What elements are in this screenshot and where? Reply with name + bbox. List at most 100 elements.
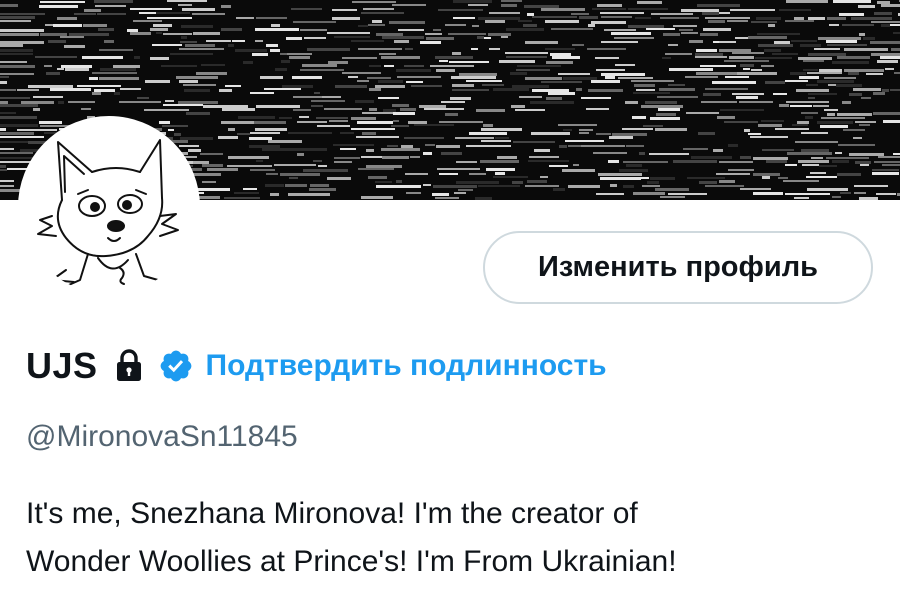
banner-noise-streak bbox=[58, 101, 64, 104]
profile-avatar[interactable] bbox=[18, 116, 200, 298]
banner-noise-streak bbox=[176, 76, 218, 79]
banner-noise-streak bbox=[724, 60, 769, 62]
banner-noise-streak bbox=[81, 108, 91, 110]
banner-noise-streak bbox=[300, 69, 344, 71]
banner-noise-streak bbox=[450, 97, 471, 100]
banner-noise-streak bbox=[673, 160, 717, 163]
banner-noise-streak bbox=[651, 13, 693, 15]
verify-identity-link[interactable]: Подтвердить подлинность bbox=[206, 349, 607, 383]
banner-noise-streak bbox=[400, 108, 416, 111]
banner-noise-streak bbox=[256, 105, 300, 108]
banner-noise-streak bbox=[785, 164, 797, 166]
banner-noise-streak bbox=[381, 56, 420, 59]
banner-noise-streak bbox=[874, 12, 892, 15]
banner-noise-streak bbox=[486, 168, 515, 171]
banner-noise-streak bbox=[262, 148, 284, 151]
banner-noise-streak bbox=[293, 96, 322, 98]
banner-noise-streak bbox=[637, 1, 662, 4]
banner-noise-streak bbox=[271, 24, 280, 27]
banner-noise-streak bbox=[188, 149, 201, 152]
banner-noise-streak bbox=[92, 72, 137, 74]
banner-noise-streak bbox=[35, 56, 77, 58]
banner-noise-streak bbox=[668, 193, 707, 195]
banner-noise-streak bbox=[456, 181, 499, 184]
banner-noise-streak bbox=[893, 32, 900, 34]
banner-noise-streak bbox=[44, 65, 52, 67]
banner-noise-streak bbox=[730, 9, 775, 11]
banner-noise-streak bbox=[426, 37, 454, 40]
banner-noise-streak bbox=[833, 0, 871, 3]
banner-noise-streak bbox=[859, 33, 865, 36]
banner-noise-streak bbox=[33, 108, 40, 111]
banner-noise-streak bbox=[866, 73, 883, 75]
banner-noise-streak bbox=[805, 116, 813, 119]
banner-noise-streak bbox=[894, 72, 900, 74]
banner-noise-streak bbox=[329, 120, 348, 122]
banner-noise-streak bbox=[626, 145, 644, 147]
banner-noise-streak bbox=[357, 80, 369, 82]
banner-noise-streak bbox=[396, 180, 402, 183]
banner-noise-streak bbox=[0, 152, 33, 154]
banner-noise-streak bbox=[17, 129, 57, 131]
banner-noise-streak bbox=[180, 41, 197, 43]
name-row: UJS Подтвердить подлинность bbox=[26, 340, 607, 392]
banner-noise-streak bbox=[137, 97, 149, 99]
banner-noise-streak bbox=[60, 36, 84, 38]
banner-noise-streak bbox=[832, 196, 841, 198]
banner-noise-streak bbox=[729, 56, 754, 59]
banner-noise-streak bbox=[293, 21, 336, 23]
banner-noise-streak bbox=[550, 53, 571, 56]
banner-noise-streak bbox=[313, 160, 322, 162]
banner-noise-streak bbox=[144, 109, 189, 111]
banner-noise-streak bbox=[516, 69, 550, 71]
banner-noise-streak bbox=[181, 36, 187, 39]
banner-noise-streak bbox=[192, 13, 225, 15]
banner-noise-streak bbox=[797, 121, 809, 124]
banner-noise-streak bbox=[581, 145, 625, 147]
banner-noise-streak bbox=[139, 12, 156, 14]
banner-noise-streak bbox=[178, 101, 218, 104]
banner-noise-streak bbox=[340, 148, 356, 150]
banner-noise-streak bbox=[480, 160, 519, 163]
banner-noise-streak bbox=[716, 173, 750, 175]
banner-noise-streak bbox=[332, 9, 357, 11]
banner-noise-streak bbox=[626, 164, 642, 167]
banner-noise-streak bbox=[600, 177, 641, 180]
banner-noise-streak bbox=[307, 48, 350, 51]
banner-noise-streak bbox=[203, 105, 248, 108]
banner-noise-streak bbox=[643, 125, 663, 127]
banner-noise-streak bbox=[790, 72, 806, 75]
edit-profile-button[interactable]: Изменить профиль bbox=[483, 231, 873, 304]
banner-noise-streak bbox=[235, 49, 267, 52]
banner-noise-streak bbox=[591, 80, 620, 83]
banner-noise-streak bbox=[802, 164, 819, 166]
banner-noise-streak bbox=[655, 128, 687, 131]
banner-noise-streak bbox=[531, 132, 570, 135]
banner-noise-streak bbox=[114, 92, 120, 95]
banner-noise-streak bbox=[0, 81, 7, 84]
banner-noise-streak bbox=[893, 153, 900, 155]
banner-noise-streak bbox=[150, 28, 168, 31]
banner-noise-streak bbox=[817, 121, 853, 124]
banner-noise-streak bbox=[0, 124, 38, 127]
banner-noise-streak bbox=[0, 141, 28, 143]
banner-noise-streak bbox=[452, 52, 461, 55]
banner-noise-streak bbox=[297, 153, 304, 156]
banner-noise-streak bbox=[586, 108, 609, 110]
banner-noise-streak bbox=[397, 76, 441, 78]
banner-noise-streak bbox=[304, 37, 326, 39]
banner-noise-streak bbox=[791, 40, 817, 42]
banner-noise-streak bbox=[641, 105, 683, 108]
banner-noise-streak bbox=[858, 5, 875, 8]
banner-noise-streak bbox=[130, 32, 151, 35]
bio-line: Wonder Woollies at Prince's! I'm From Uk… bbox=[26, 545, 677, 578]
banner-noise-streak bbox=[783, 180, 819, 182]
banner-noise-streak bbox=[558, 124, 597, 126]
banner-noise-streak bbox=[335, 85, 367, 88]
verified-badge-icon[interactable] bbox=[158, 348, 194, 384]
banner-noise-streak bbox=[663, 33, 680, 36]
banner-noise-streak bbox=[250, 92, 274, 94]
banner-noise-streak bbox=[806, 176, 837, 178]
banner-noise-streak bbox=[601, 16, 632, 18]
banner-noise-streak bbox=[333, 144, 374, 146]
